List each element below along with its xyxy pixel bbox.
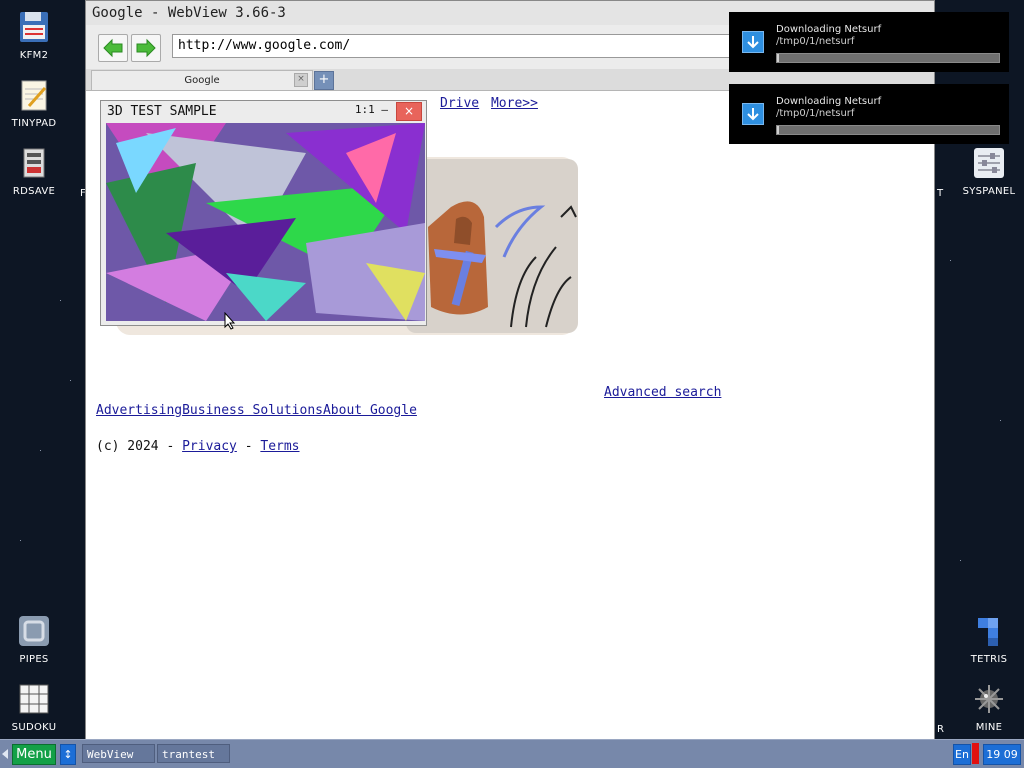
desktop-icon-label: RDSAVE xyxy=(12,186,56,197)
clock[interactable]: 19 09 xyxy=(983,744,1021,765)
privacy-link[interactable]: Privacy xyxy=(182,439,237,454)
menu-button[interactable]: Menu xyxy=(12,744,56,765)
ram-save-icon xyxy=(23,148,45,178)
progress-fill xyxy=(777,54,780,62)
desktop-icon-tetris[interactable]: TETRIS xyxy=(955,614,1023,665)
desktop-icon-mine[interactable]: MINE xyxy=(955,682,1023,733)
download-progress-bar xyxy=(776,53,1000,63)
mine-icon xyxy=(975,685,1003,713)
back-arrow-icon xyxy=(103,38,123,58)
forward-arrow-icon xyxy=(136,38,156,58)
footer-links: AdvertisingBusiness SolutionsAbout Googl… xyxy=(96,403,417,418)
notification-path: /tmp0/1/netsurf xyxy=(776,36,855,47)
3d-test-window: 3D TEST SAMPLE 1:1 — × xyxy=(100,100,427,330)
desktop-icon-label: MINE xyxy=(975,722,1003,733)
notification-title: Downloading Netsurf xyxy=(776,96,882,107)
download-notification[interactable]: Downloading Netsurf /tmp0/1/netsurf xyxy=(729,12,1009,72)
copyright-text: (c) 2024 - xyxy=(96,439,183,454)
partial-desktop-label: R xyxy=(937,724,944,735)
download-progress-bar xyxy=(776,125,1000,135)
floppy-disk-icon xyxy=(20,12,48,42)
top-nav-links: Drive More>> xyxy=(440,96,538,111)
about-google-link[interactable]: About Google xyxy=(323,403,417,418)
desktop-icon-syspanel[interactable]: SYSPANEL xyxy=(955,146,1023,197)
desktop-icon-kfm2[interactable]: KFM2 xyxy=(0,10,68,61)
taskbar: Menu ↕ WebView trantest En 19 09 xyxy=(0,739,1024,768)
desktop-icon-sudoku[interactable]: SUDOKU xyxy=(0,682,68,733)
notification-title: Downloading Netsurf xyxy=(776,24,882,35)
notepad-icon xyxy=(21,80,47,111)
task-webview[interactable]: WebView xyxy=(82,744,155,763)
download-arrow-icon xyxy=(742,31,764,53)
new-tab-button[interactable]: + xyxy=(314,71,334,90)
language-indicator[interactable]: En xyxy=(953,744,971,765)
3d-render-canvas[interactable] xyxy=(106,123,425,321)
desktop-icon-rdsave[interactable]: RDSAVE xyxy=(0,146,68,197)
sliders-icon xyxy=(974,148,1004,178)
desktop-icon-label: SYSPANEL xyxy=(962,186,1016,197)
business-solutions-link[interactable]: Business Solutions xyxy=(182,403,323,418)
separator-text: - xyxy=(236,439,261,454)
mouse-cursor-icon xyxy=(224,312,236,330)
desktop-icon-label: KFM2 xyxy=(19,50,49,61)
pipes-icon xyxy=(19,616,49,646)
switch-icon[interactable]: ↕ xyxy=(60,744,76,765)
desktop-icon-tinypad[interactable]: TINYPAD xyxy=(0,78,68,129)
tab-label: Google xyxy=(184,75,220,86)
forward-button[interactable] xyxy=(131,34,161,62)
desktop-icon-pipes[interactable]: PIPES xyxy=(0,614,68,665)
tetris-icon xyxy=(978,618,998,646)
fps-indicator[interactable]: 1:1 — xyxy=(355,103,388,116)
download-arrow-icon xyxy=(742,103,764,125)
copyright-line: (c) 2024 - Privacy - Terms xyxy=(96,439,300,454)
partial-desktop-label: T xyxy=(937,188,944,199)
progress-fill xyxy=(777,126,780,134)
advertising-link[interactable]: Advertising xyxy=(96,403,182,418)
terms-link[interactable]: Terms xyxy=(260,439,299,454)
3d-close-button[interactable]: × xyxy=(396,102,422,121)
nav-link-more[interactable]: More>> xyxy=(491,96,538,111)
advanced-search-link[interactable]: Advanced search xyxy=(604,385,721,400)
nav-link-drive[interactable]: Drive xyxy=(440,96,479,111)
taskbar-left-arrow-icon[interactable] xyxy=(2,749,8,759)
tab-close-button[interactable]: × xyxy=(294,73,308,87)
desktop-icon-label: SUDOKU xyxy=(11,722,57,733)
tab-google[interactable]: Google xyxy=(91,70,313,90)
url-field[interactable]: http://www.google.com/ xyxy=(172,34,792,58)
desktop-icon-label: PIPES xyxy=(19,654,49,665)
sudoku-icon xyxy=(19,684,49,714)
notification-path: /tmp0/1/netsurf xyxy=(776,108,855,119)
desktop-icon-label: TINYPAD xyxy=(11,118,57,129)
download-notification[interactable]: Downloading Netsurf /tmp0/1/netsurf xyxy=(729,84,1009,144)
task-trantest[interactable]: trantest xyxy=(157,744,230,763)
desktop-icon-label: TETRIS xyxy=(970,654,1008,665)
cpu-load-indicator xyxy=(972,743,979,764)
back-button[interactable] xyxy=(98,34,128,62)
